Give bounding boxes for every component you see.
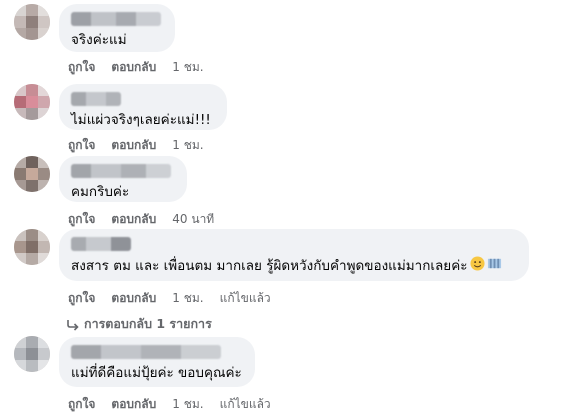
like-link[interactable]: ถูกใจ [68,58,95,77]
reply-link[interactable]: ตอบกลับ [111,395,156,414]
comment-actions: ถูกใจ ตอบกลับ 1 ชม. [68,136,220,155]
author-name-blurred[interactable] [71,92,121,106]
author-name-blurred[interactable] [71,12,161,26]
smiling-face-emoji-icon [469,256,485,276]
comment-actions: ถูกใจ ตอบกลับ 1 ชม. [68,58,220,77]
comment-text: แม่ที่ดีคือแม่ปุ้ยค่ะ ขอบคุณค่ะ [71,365,242,381]
edited-label[interactable]: แก้ไขแล้ว [220,289,271,308]
comment-text: สงสาร ตม และ เพื่อนตม มากเลย รู้ผิดหวังก… [71,256,517,276]
flag-emoji-icon [487,256,502,276]
comment-bubble: จริงค่ะแม่ [59,4,175,52]
comment-actions: ถูกใจ ตอบกลับ 1 ชม. แก้ไขแล้ว [68,395,287,414]
reply-link[interactable]: ตอบกลับ [111,136,156,155]
avatar[interactable] [14,4,50,40]
comment-text: คมกริบค่ะ [71,184,130,200]
like-link[interactable]: ถูกใจ [68,210,95,229]
comment-bubble: สงสาร ตม และ เพื่อนตม มากเลย รู้ผิดหวังก… [59,229,529,281]
reply-link[interactable]: ตอบกลับ [111,289,156,308]
comment-actions: ถูกใจ ตอบกลับ 1 ชม. แก้ไขแล้ว [68,289,287,308]
reply-link[interactable]: ตอบกลับ [111,210,156,229]
avatar[interactable] [14,84,50,120]
reply-link[interactable]: ตอบกลับ [111,58,156,77]
author-name-blurred[interactable] [71,164,171,178]
comment-text: ไม่แผ่วจริงๆเลยค่ะแม่!!! [71,112,211,128]
timestamp[interactable]: 1 ชม. [172,136,203,155]
timestamp[interactable]: 1 ชม. [172,58,203,77]
timestamp[interactable]: 1 ชม. [172,289,203,308]
comment-text-body: สงสาร ตม และ เพื่อนตม มากเลย รู้ผิดหวังก… [71,258,468,274]
avatar[interactable] [14,156,50,192]
avatar[interactable] [14,336,50,372]
comment-bubble: ไม่แผ่วจริงๆเลยค่ะแม่!!! [59,84,227,130]
author-name-blurred[interactable] [71,345,221,359]
like-link[interactable]: ถูกใจ [68,395,95,414]
like-link[interactable]: ถูกใจ [68,136,95,155]
reply-arrow-icon [67,319,79,331]
timestamp[interactable]: 40 นาที [172,210,214,229]
replies-count-label: การตอบกลับ 1 รายการ [84,316,212,331]
comment-bubble: คมกริบค่ะ [59,156,187,202]
like-link[interactable]: ถูกใจ [68,289,95,308]
timestamp[interactable]: 1 ชม. [172,395,203,414]
comment-bubble: แม่ที่ดีคือแม่ปุ้ยค่ะ ขอบคุณค่ะ [59,337,255,387]
comment-text: จริงค่ะแม่ [71,32,127,48]
comment-actions: ถูกใจ ตอบกลับ 40 นาที [68,210,230,229]
author-name-blurred[interactable] [71,237,131,251]
edited-label[interactable]: แก้ไขแล้ว [220,395,271,414]
avatar[interactable] [14,229,50,265]
view-replies-link[interactable]: การตอบกลับ 1 รายการ [66,314,212,334]
